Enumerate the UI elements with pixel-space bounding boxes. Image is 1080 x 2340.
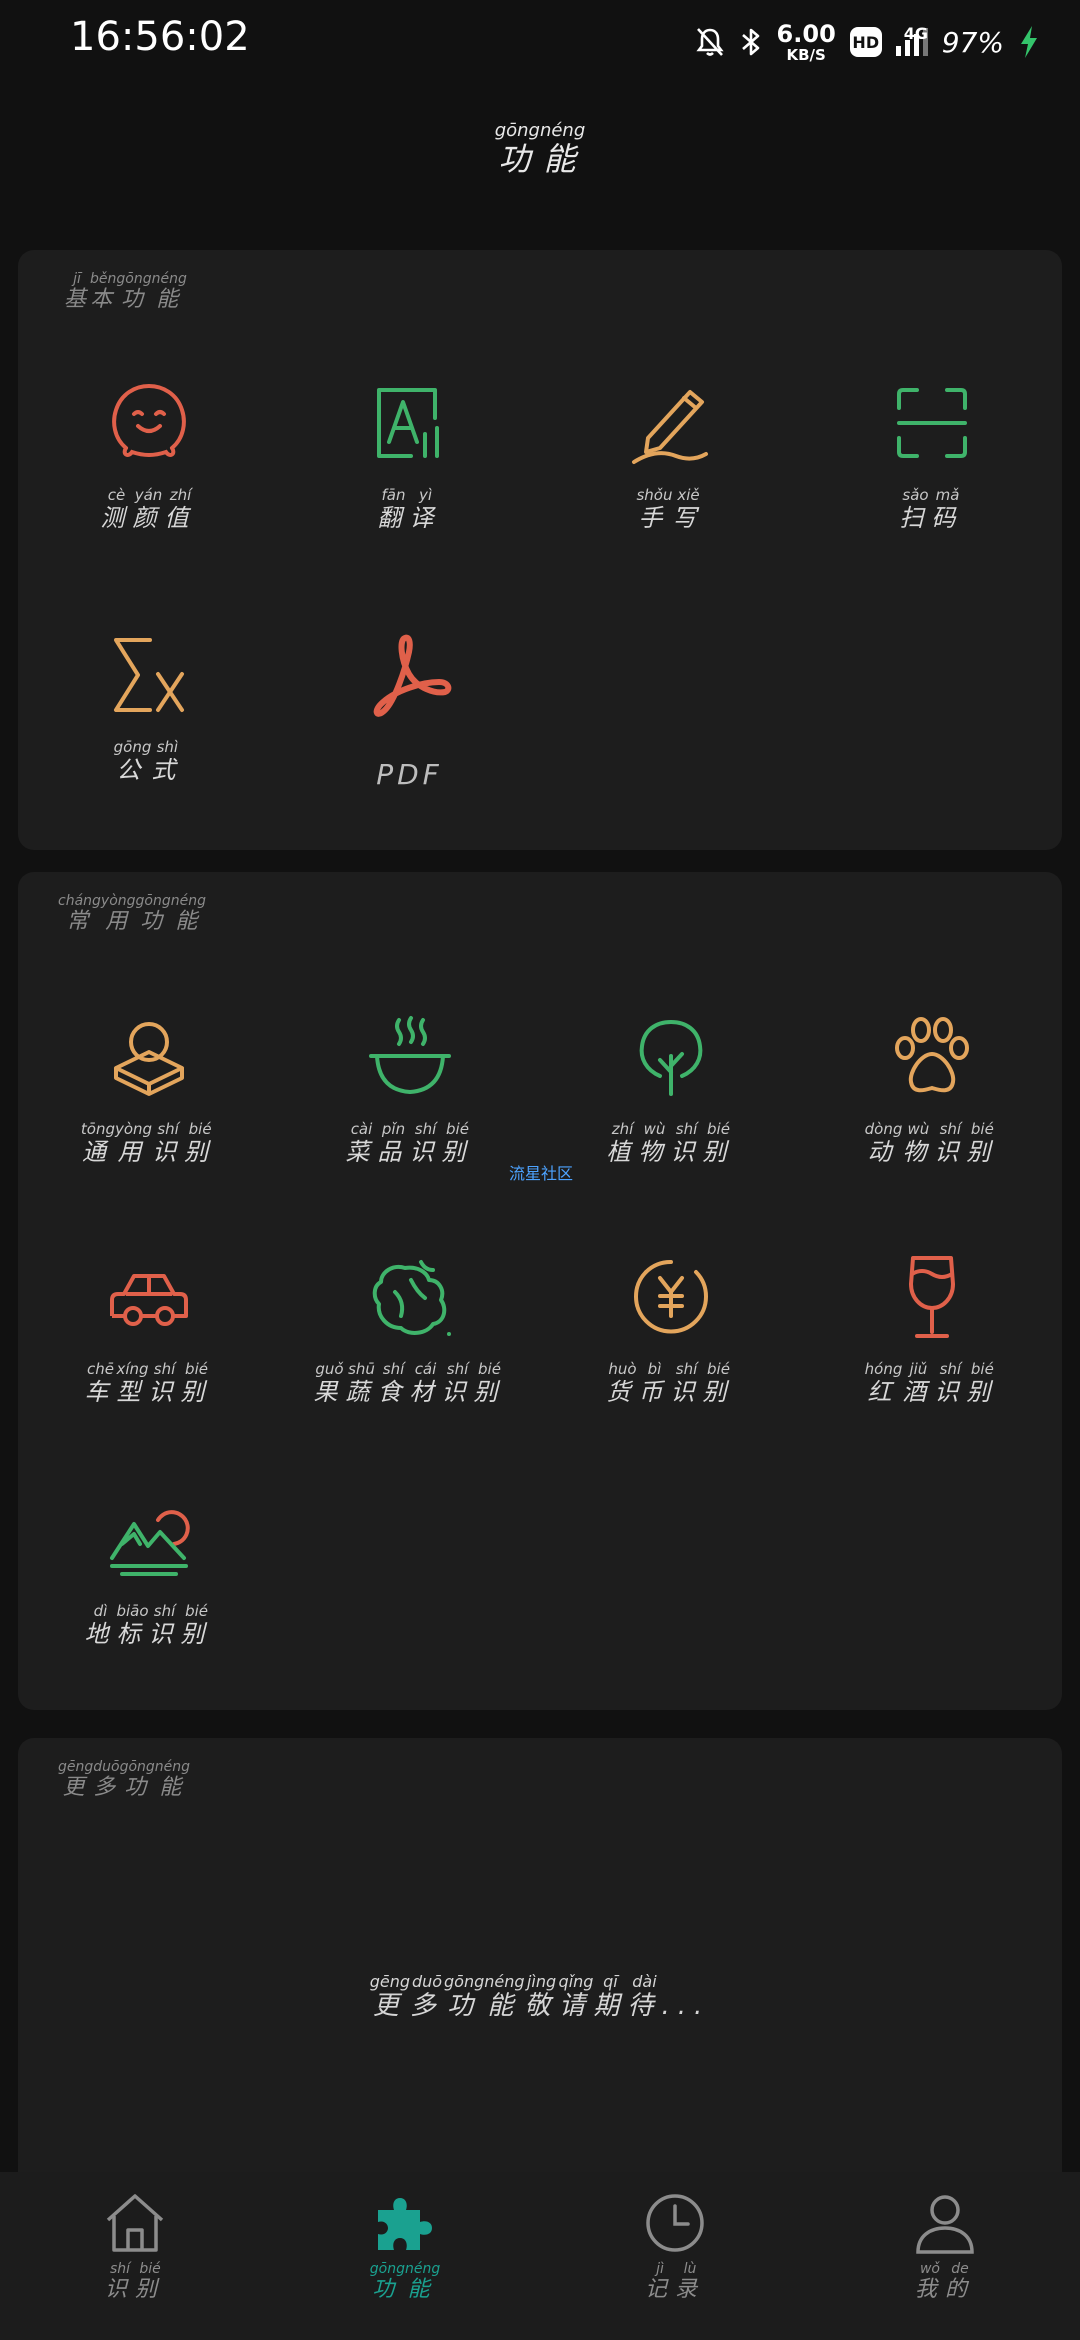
tile-label: 通tōng用yòng识shí别bié <box>80 1120 217 1166</box>
signal-icon: 4G <box>895 24 928 56</box>
tile-pdf[interactable]: PDF <box>279 630 540 791</box>
common-functions-card: 常cháng用yòng功gōng能néng 通tōng用yòng识shí别bié… <box>18 872 1062 1710</box>
ellipsis: ... <box>661 1991 711 2021</box>
tile-label: 红hóng酒jiǔ识shí别bié <box>864 1360 999 1406</box>
network-type: 4G <box>903 24 929 43</box>
bottom-nav: 识shí别bié 功gōng能néng 记jì录lù 我wǒ的de <box>0 2172 1080 2340</box>
tile-vegetable-recognition[interactable]: 果guǒ蔬shū食shí材cái识shí别bié <box>279 1252 540 1407</box>
currency-icon <box>633 1259 708 1334</box>
tile-label: 菜cài品pǐn识shí别bié <box>345 1120 474 1166</box>
net-speed-unit: KB/S <box>786 45 826 64</box>
coming-soon-text: 更gēng多duō功gōng能néng敬jìng请qǐng期qī待dài... <box>369 1972 711 2021</box>
car-icon <box>109 1274 188 1326</box>
tile-plant-recognition[interactable]: 植zhí物wù识shí别bié <box>540 1012 801 1167</box>
tile-currency-recognition[interactable]: 货huò币bì识shí别bié <box>540 1252 801 1407</box>
tile-animal-recognition[interactable]: 动dòng物wù识shí别bié <box>801 1012 1062 1167</box>
net-speed-value: 6.00 <box>776 19 836 48</box>
tile-label: 货huò币bì识shí别bié <box>606 1360 735 1406</box>
nav-item-mine[interactable]: 我wǒ的de <box>810 2190 1080 2303</box>
scan-icon <box>896 388 967 458</box>
nav-item-functions[interactable]: 功gōng能néng <box>270 2190 540 2303</box>
paw-icon <box>894 1017 969 1093</box>
nav-item-recognize[interactable]: 识shí别bié <box>0 2190 270 2303</box>
tile-label: 车chē型xíng识shí别bié <box>84 1360 213 1406</box>
watermark: 流星社区 <box>509 1164 574 1183</box>
charging-icon <box>1021 26 1037 58</box>
user-icon <box>916 2195 974 2254</box>
wine-icon <box>908 1256 955 1338</box>
tile-label: PDF <box>376 758 443 791</box>
section-title-common: 常cháng用yòng功gōng能néng <box>58 893 206 934</box>
nav-label: 我wǒ的de <box>914 2261 976 2302</box>
tile-wine-recognition[interactable]: 红hóng酒jiǔ识shí别bié <box>801 1252 1062 1407</box>
nav-label: 记jì录lù <box>644 2261 706 2302</box>
translate-icon <box>376 388 439 458</box>
battery-percent: 97% <box>941 25 1004 59</box>
tile-label: 动dòng物wù识shí别bié <box>864 1120 999 1166</box>
tile-landmark-recognition[interactable]: 地dì标biāo识shí别bié <box>18 1494 279 1649</box>
basic-functions-card: 基jī本běn功gōng能néng 测cè颜yán值zhí 翻fān译yì 手s… <box>18 250 1062 850</box>
tile-label: 果guǒ蔬shū食shí材cái识shí别bié <box>313 1360 506 1406</box>
vegetable-icon <box>372 1260 451 1336</box>
dish-icon <box>368 1016 451 1095</box>
tile-face-score[interactable]: 测cè颜yán值zhí <box>18 378 279 533</box>
more-functions-card: 更gēng多duō功gōng能néng <box>18 1738 1062 2198</box>
section-title-basic: 基jī本běn功gōng能néng <box>64 271 187 312</box>
tile-label: 测cè颜yán值zhí <box>100 486 197 532</box>
puzzle-icon <box>378 2198 432 2250</box>
status-icons: 6.00 KB/S HD 4G 97% <box>695 18 1040 66</box>
nav-label: 功gōng能néng <box>369 2261 441 2302</box>
tile-dish-recognition[interactable]: 菜cài品pǐn识shí别bié <box>279 1012 540 1167</box>
status-time: 16:56:02 <box>70 14 250 60</box>
tile-label: 扫sǎo码mǎ <box>899 486 964 532</box>
general-recognition-icon <box>113 1022 184 1096</box>
tile-label: 地dì标biāo识shí别bié <box>84 1602 213 1648</box>
formula-icon <box>113 638 184 712</box>
tile-handwriting[interactable]: 手shǒu写xiě <box>540 378 801 533</box>
tile-label: 植zhí物wù识shí别bié <box>606 1120 735 1166</box>
nav-label: 识shí别bié <box>104 2261 166 2302</box>
tile-car-recognition[interactable]: 车chē型xíng识shí别bié <box>18 1252 279 1407</box>
section-title-more: 更gēng多duō功gōng能néng <box>58 1759 191 1800</box>
face-icon <box>111 383 186 458</box>
landmark-icon <box>109 1510 190 1576</box>
tile-scan[interactable]: 扫sǎo码mǎ <box>801 378 1062 533</box>
tile-label: 手shǒu写xiě <box>636 486 705 532</box>
hd-badge: HD <box>849 27 882 57</box>
pdf-icon <box>373 634 451 717</box>
home-icon <box>106 2194 164 2252</box>
nav-item-records[interactable]: 记jì录lù <box>540 2190 810 2303</box>
tile-label: 公gōng式shì <box>113 738 184 784</box>
page-title: 功gōng能néng <box>494 120 586 178</box>
network-speed: 6.00 KB/S <box>777 22 836 63</box>
plant-icon <box>639 1019 702 1096</box>
mute-bell-icon <box>695 28 724 56</box>
tile-label: 翻fān译yì <box>377 486 442 532</box>
bluetooth-icon <box>741 28 759 56</box>
tile-translate[interactable]: 翻fān译yì <box>279 378 540 533</box>
tile-formula[interactable]: 公gōng式shì <box>18 630 279 785</box>
clock-icon <box>646 2194 704 2252</box>
pen-icon <box>631 390 708 464</box>
tile-general-recognition[interactable]: 通tōng用yòng识shí别bié <box>18 1012 279 1167</box>
status-bar: 16:56:02 6.00 KB/S HD 4G 97% <box>0 0 1080 80</box>
